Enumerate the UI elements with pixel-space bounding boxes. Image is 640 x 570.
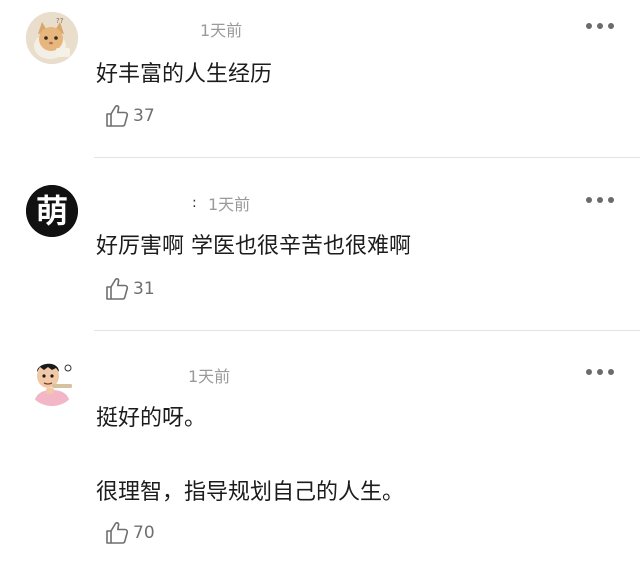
cat-avatar-icon: ?? xyxy=(26,12,78,64)
comment-item: 1天前 挺好的呀。 很理智，指导规划自己的人生。 70 xyxy=(0,330,640,570)
avatar[interactable]: 萌 xyxy=(26,185,78,237)
avatar-character: 萌 xyxy=(35,192,68,230)
like-button[interactable]: 31 xyxy=(104,276,155,302)
comment-text: 好厉害啊 学医也很辛苦也很难啊 xyxy=(96,234,411,259)
comment-time: 1天前 xyxy=(200,21,243,40)
cartoon-man-avatar-icon xyxy=(26,354,78,406)
avatar[interactable] xyxy=(26,354,78,406)
more-dots-icon[interactable] xyxy=(586,21,614,31)
comment-time: 1天前 xyxy=(208,195,251,214)
like-button[interactable]: 37 xyxy=(104,103,155,129)
like-button[interactable]: 70 xyxy=(104,520,155,546)
comment-text: 好丰富的人生经历 xyxy=(96,62,273,87)
comment-text-line-2: 很理智，指导规划自己的人生。 xyxy=(96,480,405,505)
thumbs-up-outline-icon xyxy=(106,522,129,544)
comment-text-line-1: 挺好的呀。 xyxy=(96,406,207,431)
like-count: 37 xyxy=(133,106,155,126)
comment-time: 1天前 xyxy=(188,367,231,386)
comment-item: ?? 1天前 好丰富的人生经历 37 xyxy=(0,0,640,158)
thumbs-up-outline-icon xyxy=(106,278,129,300)
svg-text:??: ?? xyxy=(56,17,64,25)
avatar[interactable]: ?? xyxy=(26,12,78,64)
more-dots-icon[interactable] xyxy=(586,195,614,205)
name-separator: : xyxy=(192,195,197,211)
more-dots-icon[interactable] xyxy=(586,367,614,377)
thumbs-up-outline-icon xyxy=(106,105,129,127)
like-count: 31 xyxy=(133,279,155,299)
comment-item: 萌 : 1天前 好厉害啊 学医也很辛苦也很难啊 31 xyxy=(0,158,640,331)
like-count: 70 xyxy=(133,523,155,543)
